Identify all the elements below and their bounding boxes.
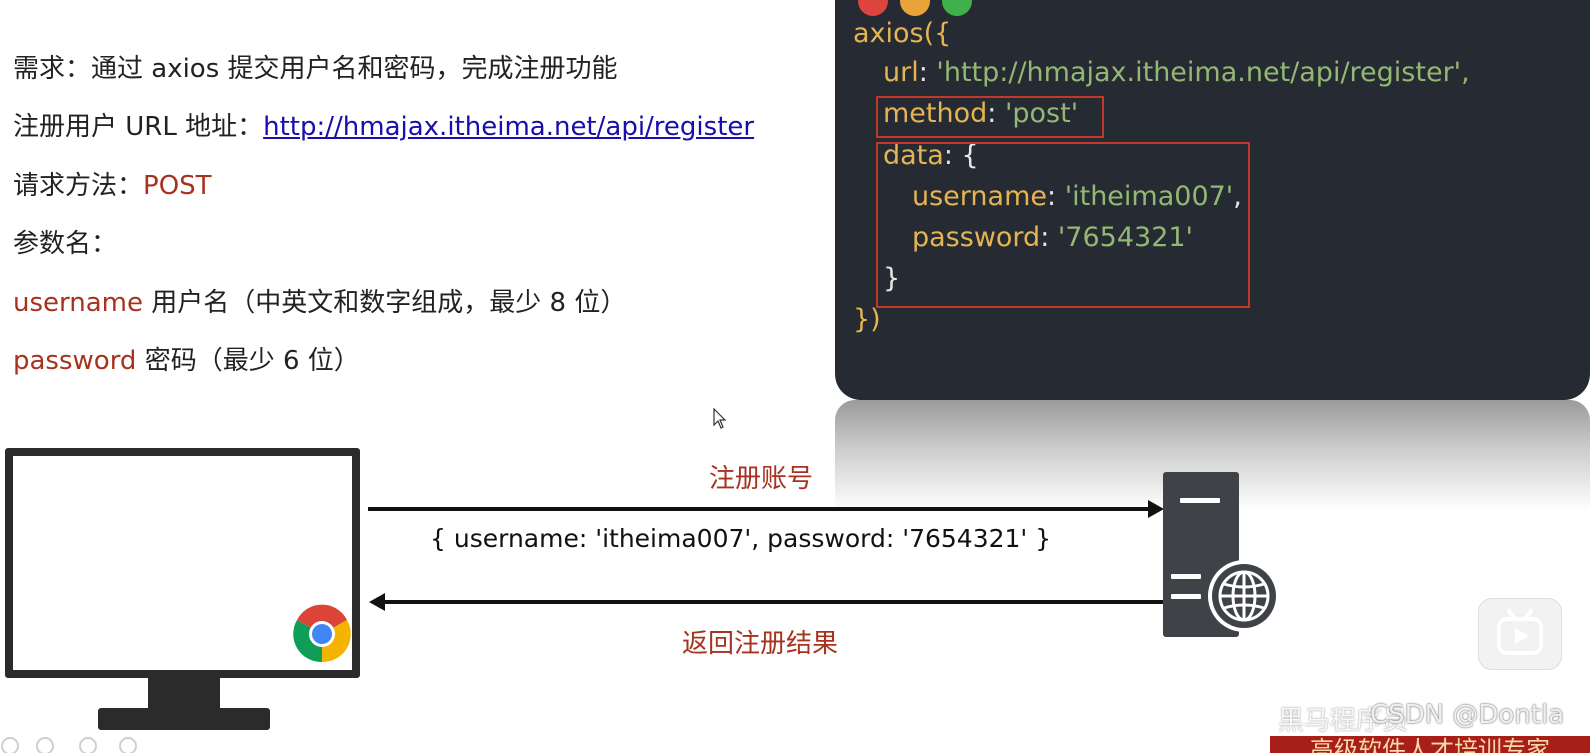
method-highlight-box xyxy=(876,96,1104,138)
response-arrow xyxy=(384,600,1164,604)
register-url-link[interactable]: http://hmajax.itheima.net/api/register xyxy=(263,112,754,142)
username-param-line: username 用户名（中英文和数字组成，最少 8 位） xyxy=(13,282,626,319)
password-param-line: password 密码（最少 6 位） xyxy=(13,340,360,377)
code-url-key: url xyxy=(883,57,919,88)
username-param: username xyxy=(13,288,143,318)
code-axios-open: axios({ xyxy=(853,18,952,49)
code-url-value: 'http://hmajax.itheima.net/api/register'… xyxy=(936,57,1470,88)
csdn-watermark: CSDN @Dontla xyxy=(1370,700,1565,730)
method-line: 请求方法：POST xyxy=(13,165,212,202)
data-highlight-box xyxy=(876,142,1250,308)
requirement-line: 需求：通过 axios 提交用户名和密码，完成注册功能 xyxy=(13,54,618,84)
params-heading: 参数名： xyxy=(13,229,118,259)
play-button[interactable] xyxy=(1478,598,1562,670)
url-line: 注册用户 URL 地址：http://hmajax.itheima.net/ap… xyxy=(13,106,754,143)
request-arrow xyxy=(368,507,1150,511)
chrome-icon xyxy=(293,604,351,663)
player-controls xyxy=(1,737,137,753)
bottom-banner: 高级软件人才培训专家 xyxy=(1270,736,1590,753)
code-colon: : xyxy=(918,57,937,88)
monitor-stand xyxy=(148,676,220,712)
globe-icon xyxy=(1208,560,1280,632)
response-arrow-head xyxy=(369,593,385,611)
method-value: POST xyxy=(143,171,212,201)
code-url-line: url: 'http://hmajax.itheima.net/api/regi… xyxy=(883,57,1470,88)
url-label: 注册用户 URL 地址： xyxy=(13,112,264,142)
play-icon xyxy=(1497,609,1543,655)
password-param: password xyxy=(13,346,137,376)
cursor-icon xyxy=(713,408,727,429)
bottom-banner-text: 高级软件人才培训专家 xyxy=(1310,736,1550,753)
method-label: 请求方法： xyxy=(13,171,144,201)
request-label: 注册账号 xyxy=(709,464,814,494)
request-payload: { username: 'itheima007', password: '765… xyxy=(430,524,1052,553)
password-desc: 密码（最少 6 位） xyxy=(136,346,360,376)
username-desc: 用户名（中英文和数字组成，最少 8 位） xyxy=(143,288,627,318)
response-label: 返回注册结果 xyxy=(682,629,839,659)
code-axios-close: }) xyxy=(853,304,881,335)
monitor-base xyxy=(98,708,270,730)
request-arrow-head xyxy=(1148,500,1164,518)
